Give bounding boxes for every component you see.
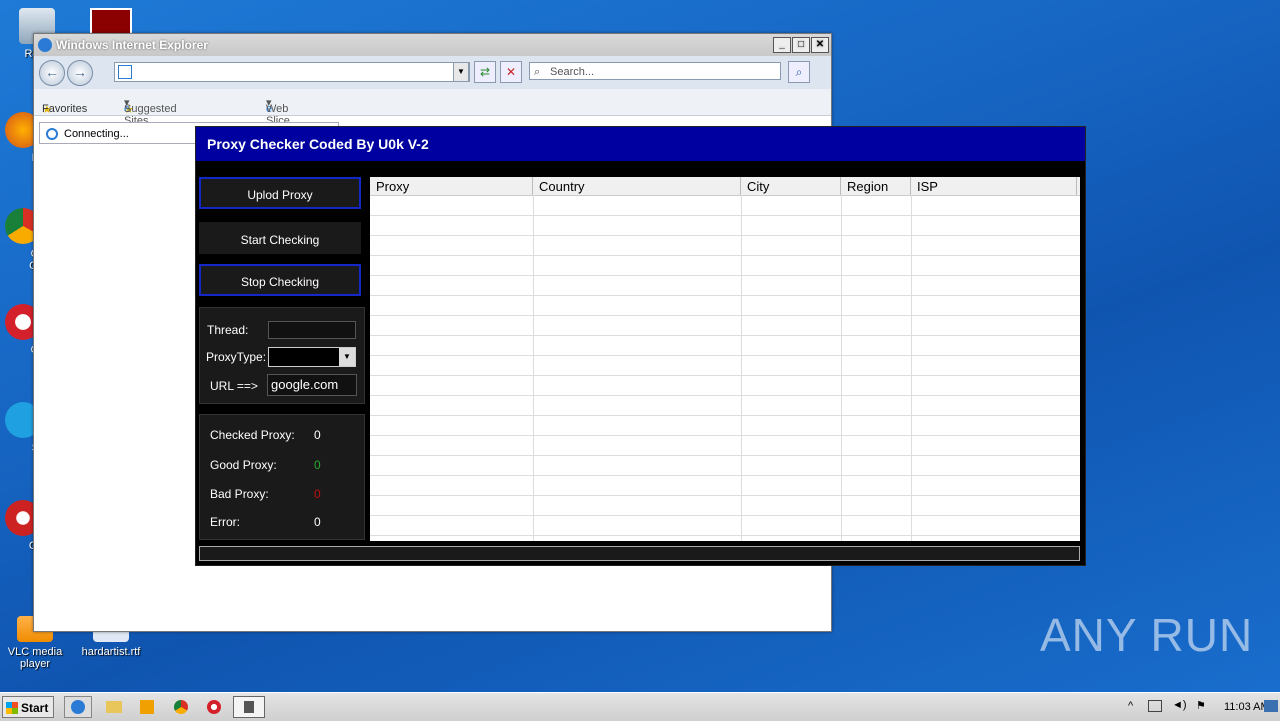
search-input[interactable]: ⌕ Search... [529,62,781,80]
taskbar: Start ^ ◄) ⚑ 11:03 AM [0,692,1280,721]
favorites-label: Favorites [42,103,88,115]
ie-logo-icon [38,38,52,52]
forward-button[interactable]: → [67,60,93,86]
table-row-divider [370,275,1080,276]
start-button[interactable]: Start [2,696,54,718]
thread-input[interactable] [268,321,356,339]
proxy-checker-window[interactable]: Proxy Checker Coded By U0k V-2 Uplod Pro… [195,126,1086,566]
web-slice-gallery-link[interactable]: e Web Slice Gallery ▾ [266,96,301,139]
search-placeholder: Search... [550,66,595,78]
url-value: google.com [271,377,339,392]
thread-label: Thread: [207,323,249,337]
error-label: Error: [210,515,240,529]
action-center-flag-icon[interactable]: ⚑ [1196,699,1206,712]
ie-navbar: ← → ▼ ⇄ ✕ ⌕ Search... ⌕ [34,56,831,89]
table-row-divider [370,415,1080,416]
proxytype-select[interactable]: ▼ [268,347,356,367]
suggested-sites-link[interactable]: ★ e Suggested Sites ▾ [124,96,177,127]
taskbar-chrome-icon[interactable] [167,696,195,718]
proxy-results-table[interactable]: Proxy Country City Region ISP [370,177,1080,541]
favorites-bar: ★ Favorites ★ e Suggested Sites ▾ e Web … [34,89,831,139]
network-icon[interactable] [1148,700,1162,712]
tab-label: Connecting... [64,128,129,140]
taskbar-proxy-checker-icon[interactable] [233,696,265,718]
refresh-button[interactable]: ⇄ [474,61,496,83]
table-row-divider [370,435,1080,436]
start-checking-button[interactable]: Start Checking [199,222,361,254]
table-row-divider [370,335,1080,336]
table-row-divider [370,295,1080,296]
table-row-divider [370,215,1080,216]
clock[interactable]: 11:03 AM [1224,701,1270,713]
error-count: 0 [314,515,321,529]
volume-icon[interactable]: ◄) [1172,699,1187,711]
column-divider [841,195,842,541]
taskbar-explorer-icon[interactable] [100,696,128,718]
column-header-proxy[interactable]: Proxy [376,179,409,194]
system-tray: ^ ◄) ⚑ 11:03 AM [1100,693,1280,721]
windows-logo-icon [6,702,18,714]
bad-proxy-count: 0 [314,487,321,501]
table-row-divider [370,455,1080,456]
checked-proxy-label: Checked Proxy: [210,428,295,442]
table-row-divider [370,315,1080,316]
table-row-divider [370,515,1080,516]
page-icon [118,65,132,79]
good-proxy-label: Good Proxy: [210,458,277,472]
column-header-city[interactable]: City [747,179,769,194]
taskbar-media-player-icon[interactable] [133,696,161,718]
close-button[interactable]: ✕ [811,37,829,53]
progress-bar [199,546,1080,561]
checked-proxy-count: 0 [314,428,321,442]
column-divider [533,195,534,541]
column-header-region[interactable]: Region [847,179,888,194]
table-row-divider [370,375,1080,376]
anyrun-watermark: ANY RUN [1040,609,1254,661]
minimize-button[interactable]: _ [773,37,791,53]
address-dropdown-button[interactable]: ▼ [453,62,469,82]
bad-proxy-label: Bad Proxy: [210,487,269,501]
table-row-divider [370,235,1080,236]
column-header-country[interactable]: Country [539,179,585,194]
table-row-divider [370,355,1080,356]
column-divider [741,195,742,541]
table-row-divider [370,255,1080,256]
column-divider [911,195,912,541]
ie-titlebar[interactable]: Windows Internet Explorer _ □ ✕ [34,34,831,56]
upload-proxy-button[interactable]: Uplod Proxy [199,177,361,209]
stop-checking-button[interactable]: Stop Checking [199,264,361,296]
back-button[interactable]: ← [39,60,65,86]
show-hidden-icons-icon[interactable]: ^ [1128,700,1133,712]
table-row-divider [370,475,1080,476]
stop-button[interactable]: ✕ [500,61,522,83]
ie-title-text: Windows Internet Explorer [56,38,208,52]
desktop-icon-label: VLC media player [7,646,63,670]
address-bar[interactable] [114,62,470,82]
table-row-divider [370,395,1080,396]
url-label: URL ==> [210,379,258,393]
tab-loading-icon [46,128,58,140]
maximize-button[interactable]: □ [792,37,810,53]
table-row-divider [370,535,1080,536]
search-icon: ⌕ [534,66,541,78]
settings-panel: Thread: ProxyType: ▼ URL ==> google.com [199,307,365,404]
taskbar-opera-icon[interactable] [200,696,228,718]
search-go-button[interactable]: ⌕ [788,61,810,83]
table-header: Proxy Country City Region ISP [370,177,1080,196]
proxytype-label: ProxyType: [206,350,267,364]
proxy-checker-title: Proxy Checker Coded By U0k V-2 [196,127,1085,161]
desktop-icon-label: hardartist.rtf [81,646,141,658]
column-header-isp[interactable]: ISP [917,179,938,194]
stats-panel: Checked Proxy: 0 Good Proxy: 0 Bad Proxy… [199,414,365,540]
url-input[interactable]: google.com [267,374,357,396]
table-row-divider [370,495,1080,496]
chevron-down-icon: ▼ [339,348,355,366]
start-label: Start [21,701,49,715]
taskbar-ie-icon[interactable] [64,696,92,718]
show-desktop-button[interactable] [1264,700,1278,712]
good-proxy-count: 0 [314,458,321,472]
